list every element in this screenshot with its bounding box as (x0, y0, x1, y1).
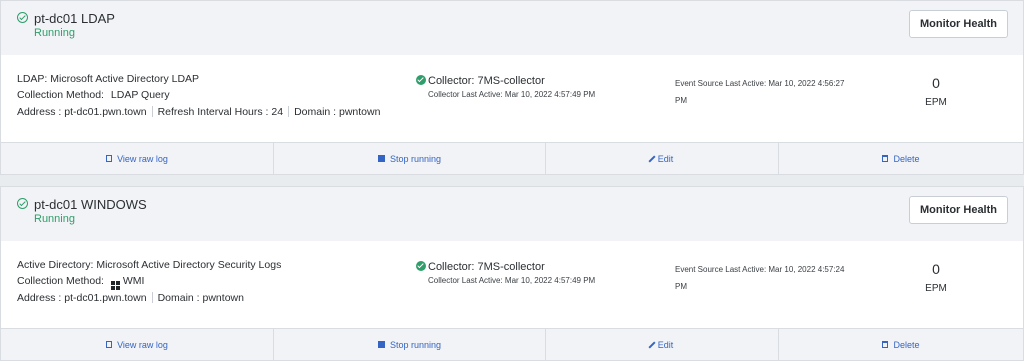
edit-button[interactable]: Edit (546, 143, 779, 174)
monitor-health-button[interactable]: Monitor Health (909, 196, 1008, 224)
check-filled-icon (416, 261, 426, 271)
edit-button[interactable]: Edit (546, 329, 779, 360)
address: Address : pt-dc01.pwn.town (17, 106, 147, 118)
event-source-last-active: Event Source Last Active: Mar 10, 2022 4… (675, 265, 845, 291)
collection-method-value: LDAP Query (110, 89, 170, 101)
source-type: LDAP: Microsoft Active Directory LDAP (17, 73, 200, 85)
pencil-icon (648, 340, 656, 349)
source-type: Active Directory: Microsoft Active Direc… (17, 259, 282, 271)
status-text: Running (34, 213, 75, 225)
check-filled-icon (416, 75, 426, 85)
event-source-card: pt-dc01 LDAP Running Monitor Health LDAP… (0, 0, 1024, 175)
divider (151, 106, 153, 117)
log-icon (106, 341, 113, 348)
epm-value: 0 (932, 261, 940, 277)
epm-value: 0 (932, 75, 940, 91)
collector: Collector: 7MS-collector (416, 261, 545, 273)
view-raw-log-label: View raw log (117, 153, 168, 164)
collection-method: Collection Method: LDAP Query (17, 89, 170, 101)
source-title: pt-dc01 LDAP (34, 11, 115, 26)
card-body: LDAP: Microsoft Active Directory LDAP Co… (1, 55, 1023, 142)
delete-label: Delete (893, 153, 920, 164)
monitor-health-button[interactable]: Monitor Health (909, 10, 1008, 38)
status-text: Running (34, 27, 75, 39)
view-raw-log-label: View raw log (117, 339, 168, 350)
stop-icon (377, 155, 385, 162)
domain: Domain : pwntown (157, 292, 244, 304)
card-body: Active Directory: Microsoft Active Direc… (1, 241, 1023, 328)
event-source-last-active: Event Source Last Active: Mar 10, 2022 4… (675, 79, 845, 105)
collection-method-label: Collection Method: (17, 89, 104, 101)
trash-icon (882, 155, 889, 162)
stop-running-label: Stop running (389, 339, 442, 350)
windows-icon (110, 281, 120, 290)
edit-label: Edit (657, 153, 674, 164)
address-row: Address : pt-dc01.pwn.town Domain : pwnto… (17, 292, 244, 304)
divider (288, 106, 290, 117)
card-header: pt-dc01 WINDOWS Running Monitor Health (1, 187, 1023, 241)
view-raw-log-button[interactable]: View raw log (1, 143, 274, 174)
view-raw-log-button[interactable]: View raw log (1, 329, 274, 360)
delete-button[interactable]: Delete (779, 329, 1023, 360)
pencil-icon (648, 154, 656, 163)
collector-name: Collector: 7MS-collector (428, 75, 545, 87)
trash-icon (882, 341, 889, 348)
divider (151, 292, 153, 303)
log-icon (106, 155, 113, 162)
collector-name: Collector: 7MS-collector (428, 261, 545, 273)
epm-label: EPM (925, 97, 947, 108)
epm-label: EPM (925, 283, 947, 294)
delete-label: Delete (893, 339, 920, 350)
stop-running-button[interactable]: Stop running (274, 329, 546, 360)
collection-method-value: WMI (122, 275, 145, 287)
delete-button[interactable]: Delete (779, 143, 1023, 174)
domain: Domain : pwntown (294, 106, 381, 118)
collector-last-active: Collector Last Active: Mar 10, 2022 4:57… (428, 276, 596, 285)
collection-method-label: Collection Method: (17, 275, 104, 287)
stop-icon (377, 341, 385, 348)
collector: Collector: 7MS-collector (416, 75, 545, 87)
card-header: pt-dc01 LDAP Running Monitor Health (1, 1, 1023, 55)
source-title: pt-dc01 WINDOWS (34, 197, 147, 212)
action-bar: View raw log Stop running Edit Delete (1, 328, 1023, 360)
address-row: Address : pt-dc01.pwn.town Refresh Interv… (17, 106, 380, 118)
stop-running-label: Stop running (389, 153, 442, 164)
refresh-interval: Refresh Interval Hours : 24 (157, 106, 284, 118)
check-circle-icon (17, 12, 28, 23)
edit-label: Edit (657, 339, 674, 350)
collector-last-active: Collector Last Active: Mar 10, 2022 4:57… (428, 90, 596, 99)
event-source-card: pt-dc01 WINDOWS Running Monitor Health A… (0, 186, 1024, 361)
check-circle-icon (17, 198, 28, 209)
collection-method: Collection Method: WMI (17, 275, 144, 290)
action-bar: View raw log Stop running Edit Delete (1, 142, 1023, 174)
address: Address : pt-dc01.pwn.town (17, 292, 147, 304)
stop-running-button[interactable]: Stop running (274, 143, 546, 174)
